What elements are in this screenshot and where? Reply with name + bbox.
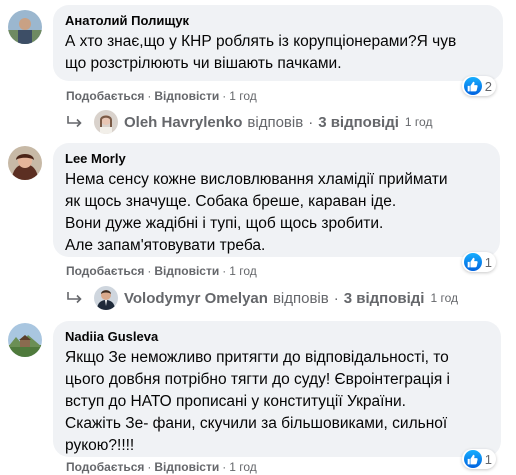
reaction-count-badge[interactable]: 2 bbox=[461, 76, 496, 96]
like-link[interactable]: Подобається bbox=[66, 460, 144, 474]
reply-author[interactable]: Volodymyr Omelyan bbox=[124, 290, 268, 307]
comment-time[interactable]: 1 год bbox=[229, 460, 257, 474]
comment-bubble: Lee Morly Нема сенсу кожне висловлювання… bbox=[53, 143, 500, 257]
reply-link[interactable]: Відповісти bbox=[154, 264, 219, 278]
reaction-count-badge[interactable]: 1 bbox=[461, 449, 496, 469]
comment-author[interactable]: Nadiia Gusleva bbox=[65, 329, 489, 345]
like-link[interactable]: Подобається bbox=[66, 264, 144, 278]
reply-link[interactable]: Відповісти bbox=[154, 460, 219, 474]
reaction-count: 1 bbox=[484, 451, 492, 467]
comment-text: Нема сенсу кожне висловлювання хламідії … bbox=[65, 171, 448, 254]
comment-time[interactable]: 1 год bbox=[229, 264, 257, 278]
avatar[interactable] bbox=[8, 323, 42, 357]
separator: · bbox=[333, 289, 339, 307]
separator: · bbox=[308, 113, 314, 131]
like-link[interactable]: Подобається bbox=[66, 89, 144, 103]
comment-bubble: Nadiia Gusleva Якщо Зе неможливо притягт… bbox=[53, 321, 501, 457]
comment-actions: Подобається · Відповісти · 1 год bbox=[66, 459, 257, 475]
separator: · bbox=[147, 460, 152, 474]
reply-verb: відповів bbox=[272, 289, 329, 307]
comment-actions: Подобається · Відповісти · 1 год bbox=[66, 263, 257, 279]
comment-author[interactable]: Анатолий Полищук bbox=[65, 13, 491, 29]
reply-count[interactable]: 3 відповіді bbox=[318, 114, 399, 131]
comment-text: А хто знає,що у КНР роблять із корупціон… bbox=[65, 33, 457, 72]
reply-arrow-icon bbox=[67, 292, 82, 304]
avatar bbox=[94, 110, 118, 134]
view-replies-link[interactable]: Oleh Havrylenko відповів · 3 відповіді 1… bbox=[66, 108, 432, 136]
view-replies-link[interactable]: Volodymyr Omelyan відповів · 3 відповіді… bbox=[66, 284, 458, 312]
separator: · bbox=[147, 89, 152, 103]
separator: · bbox=[222, 89, 227, 103]
reply-link[interactable]: Відповісти bbox=[154, 89, 219, 103]
avatar[interactable] bbox=[8, 10, 42, 44]
comment-author[interactable]: Lee Morly bbox=[65, 151, 488, 167]
comment-bubble: Анатолий Полищук А хто знає,що у КНР роб… bbox=[53, 5, 503, 81]
reply-time: 1 год bbox=[430, 291, 459, 305]
comment-time[interactable]: 1 год bbox=[229, 89, 257, 103]
avatar bbox=[94, 286, 118, 310]
reply-arrow-icon bbox=[67, 116, 82, 128]
reply-time: 1 год bbox=[404, 115, 433, 129]
reply-count[interactable]: 3 відповіді bbox=[344, 290, 425, 307]
separator: · bbox=[222, 460, 227, 474]
separator: · bbox=[222, 264, 227, 278]
reply-verb: відповів bbox=[247, 113, 304, 131]
reply-author[interactable]: Oleh Havrylenko bbox=[124, 114, 242, 131]
comment-text: Якщо Зе неможливо притягти до відповідал… bbox=[65, 349, 450, 454]
separator: · bbox=[147, 264, 152, 278]
thumbs-up-icon bbox=[463, 450, 482, 468]
avatar[interactable] bbox=[8, 146, 42, 180]
comment-actions: Подобається · Відповісти · 1 год bbox=[66, 88, 257, 104]
thumbs-up-icon bbox=[463, 77, 482, 95]
reaction-count: 1 bbox=[484, 254, 492, 270]
reaction-count: 2 bbox=[484, 78, 492, 94]
thumbs-up-icon bbox=[463, 253, 482, 271]
reaction-count-badge[interactable]: 1 bbox=[461, 252, 496, 272]
